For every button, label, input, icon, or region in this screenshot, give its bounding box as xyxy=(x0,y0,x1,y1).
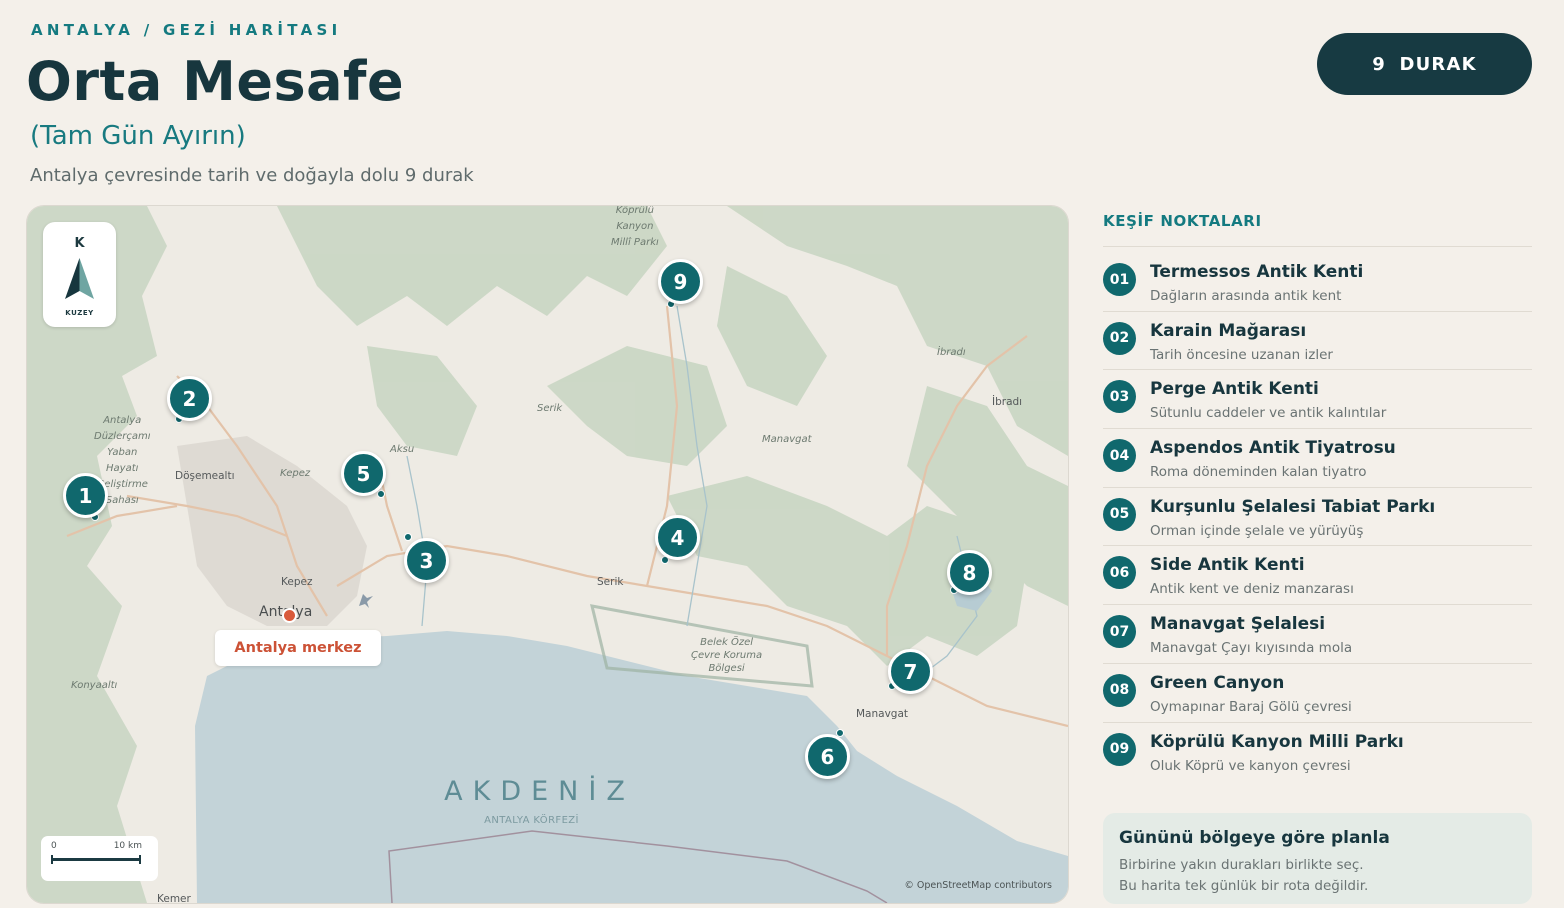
stop-description: Oluk Köprü ve kanyon çevresi xyxy=(1150,757,1351,774)
scale-line xyxy=(51,855,141,864)
sea-label: AKDENİZ xyxy=(444,776,635,807)
stop-list: 01 Termessos Antik Kenti Dağların arasın… xyxy=(1103,253,1532,781)
stop-number-badge: 06 xyxy=(1103,556,1136,590)
stop-number-badge: 09 xyxy=(1103,732,1136,766)
stop-item[interactable]: 07 Manavgat Şelalesi Manavgat Çayı kıyıs… xyxy=(1103,605,1532,664)
place-label-serik-area: Serik xyxy=(537,403,563,414)
map-marker-4[interactable]: 4 xyxy=(655,515,700,560)
breadcrumb: ANTALYA / GEZİ HARİTASI xyxy=(31,21,342,39)
stop-description: Antik kent ve deniz manzarası xyxy=(1150,581,1354,598)
compass-letter: K xyxy=(74,236,85,251)
stop-description: Orman içinde şelale ve yürüyüş xyxy=(1150,522,1364,539)
stop-item[interactable]: 06 Side Antik Kenti Antik kent ve deniz … xyxy=(1103,546,1532,606)
stop-description: Tarih öncesine uzanan izler xyxy=(1150,346,1333,363)
map-marker-2[interactable]: 2 xyxy=(167,376,212,421)
stop-number-badge: 01 xyxy=(1103,263,1136,296)
map-marker-9[interactable]: 9 xyxy=(658,259,703,304)
stop-name: Karain Mağarası xyxy=(1150,320,1307,341)
city-center-marker[interactable] xyxy=(282,608,297,623)
map-marker-6[interactable]: 6 xyxy=(805,734,850,779)
stop-name: Side Antik Kenti xyxy=(1150,555,1305,576)
stop-description: Roma döneminden kalan tiyatro xyxy=(1150,464,1367,481)
stop-item[interactable]: 05 Kurşunlu Şelalesi Tabiat Parkı Orman … xyxy=(1103,488,1532,547)
stop-item[interactable]: 02 Karain Mağarası Tarih öncesine uzanan… xyxy=(1103,312,1532,371)
north-compass: K KUZEY xyxy=(43,222,116,327)
tip-line: Birbirine yakın durakları birlikte seç. xyxy=(1119,857,1364,873)
stop-name: Kurşunlu Şelalesi Tabiat Parkı xyxy=(1150,496,1436,517)
place-label-aksu-area: Aksu xyxy=(390,444,415,455)
marker-pin-3 xyxy=(404,533,412,541)
stop-count-badge: 9 DURAK xyxy=(1317,33,1532,95)
stop-item[interactable]: 03 Perge Antik Kenti Sütunlu caddeler ve… xyxy=(1103,370,1532,430)
stops-heading: KEŞİF NOKTALARI xyxy=(1103,212,1262,230)
stop-name: Termessos Antik Kenti xyxy=(1150,262,1364,282)
stop-name: Green Canyon xyxy=(1150,672,1285,693)
town-label-manavgat: Manavgat xyxy=(856,708,909,720)
compass-caption: KUZEY xyxy=(65,309,94,317)
tip-title: Gününü bölgeye göre planla xyxy=(1119,828,1390,848)
marker-pin-5 xyxy=(377,490,385,498)
stop-name: Perge Antik Kenti xyxy=(1150,379,1319,400)
stop-number-badge: 04 xyxy=(1103,439,1136,473)
page-description: Antalya çevresinde tarih ve doğayla dolu… xyxy=(30,165,474,186)
place-label-manavgat-area: Manavgat xyxy=(762,434,812,445)
planning-tip-card: Gününü bölgeye göre planla Birbirine yak… xyxy=(1103,813,1532,904)
stop-number-badge: 08 xyxy=(1103,673,1136,707)
town-label-kemer: Kemer xyxy=(157,893,191,904)
place-label-belek: Belek Özel Çevre Koruma Bölgesi xyxy=(691,637,763,674)
stop-description: Dağların arasında antik kent xyxy=(1150,288,1342,304)
page-title: Orta Mesafe xyxy=(26,50,405,113)
page-subtitle: (Tam Gün Ayırın) xyxy=(30,121,246,151)
stop-item[interactable]: 09 Köprülü Kanyon Milli Parkı Oluk Köprü… xyxy=(1103,723,1532,782)
stop-name: Köprülü Kanyon Milli Parkı xyxy=(1150,731,1404,752)
map-marker-3[interactable]: 3 xyxy=(404,538,449,583)
stop-number-badge: 03 xyxy=(1103,380,1136,414)
gulf-label: ANTALYA KÖRFEZİ xyxy=(484,815,579,826)
stop-item[interactable]: 04 Aspendos Antik Tiyatrosu Roma dönemin… xyxy=(1103,429,1532,488)
divider xyxy=(1103,246,1532,247)
scale-start-label: 0 xyxy=(51,841,57,851)
place-label-ibradi-area: İbradı xyxy=(937,347,966,358)
map-marker-8[interactable]: 8 xyxy=(947,550,992,595)
place-label-koprulu: Köprülü Kanyon Millî Parkı xyxy=(611,205,659,248)
stop-name: Aspendos Antik Tiyatrosu xyxy=(1150,438,1396,459)
stop-number-badge: 02 xyxy=(1103,321,1136,355)
stop-item[interactable]: 01 Termessos Antik Kenti Dağların arasın… xyxy=(1103,253,1532,312)
town-label-kepez: Kepez xyxy=(281,576,313,588)
town-label-ibradi: İbradı xyxy=(992,396,1023,408)
map-panel[interactable]: Köprülü Kanyon Millî Parkı Antalya Düzlerça… xyxy=(26,205,1069,904)
town-label-dosemealti: Döşemealtı xyxy=(175,470,235,482)
stop-number-badge: 07 xyxy=(1103,615,1136,649)
town-label-serik: Serik xyxy=(597,576,624,588)
map-marker-1[interactable]: 1 xyxy=(63,473,108,518)
stop-name: Manavgat Şelalesi xyxy=(1150,614,1326,635)
map-marker-7[interactable]: 7 xyxy=(888,649,933,694)
place-label-kepez-area: Kepez xyxy=(280,468,311,479)
place-label-konyaalti: Konyaaltı xyxy=(71,680,118,691)
scale-end-label: 10 km xyxy=(113,841,142,851)
stop-item[interactable]: 08 Green Canyon Oymapınar Baraj Gölü çev… xyxy=(1103,664,1532,723)
trip-map-page: ANTALYA / GEZİ HARİTASI Orta Mesafe (Tam… xyxy=(0,0,1564,908)
stop-description: Oymapınar Baraj Gölü çevresi xyxy=(1150,698,1352,715)
map-attribution[interactable]: © OpenStreetMap contributors xyxy=(904,880,1052,891)
city-center-label: Antalya merkez xyxy=(215,630,381,666)
stop-description: Sütunlu caddeler ve antik kalıntılar xyxy=(1150,405,1387,422)
stop-description: Manavgat Çayı kıyısında mola xyxy=(1150,640,1353,657)
stop-number-badge: 05 xyxy=(1103,497,1136,531)
map-marker-5[interactable]: 5 xyxy=(341,451,386,496)
north-arrow-icon xyxy=(65,258,94,299)
tip-line: Bu harita tek günlük bir rota değildir. xyxy=(1119,878,1369,894)
scale-bar: 0 10 km xyxy=(41,836,158,881)
